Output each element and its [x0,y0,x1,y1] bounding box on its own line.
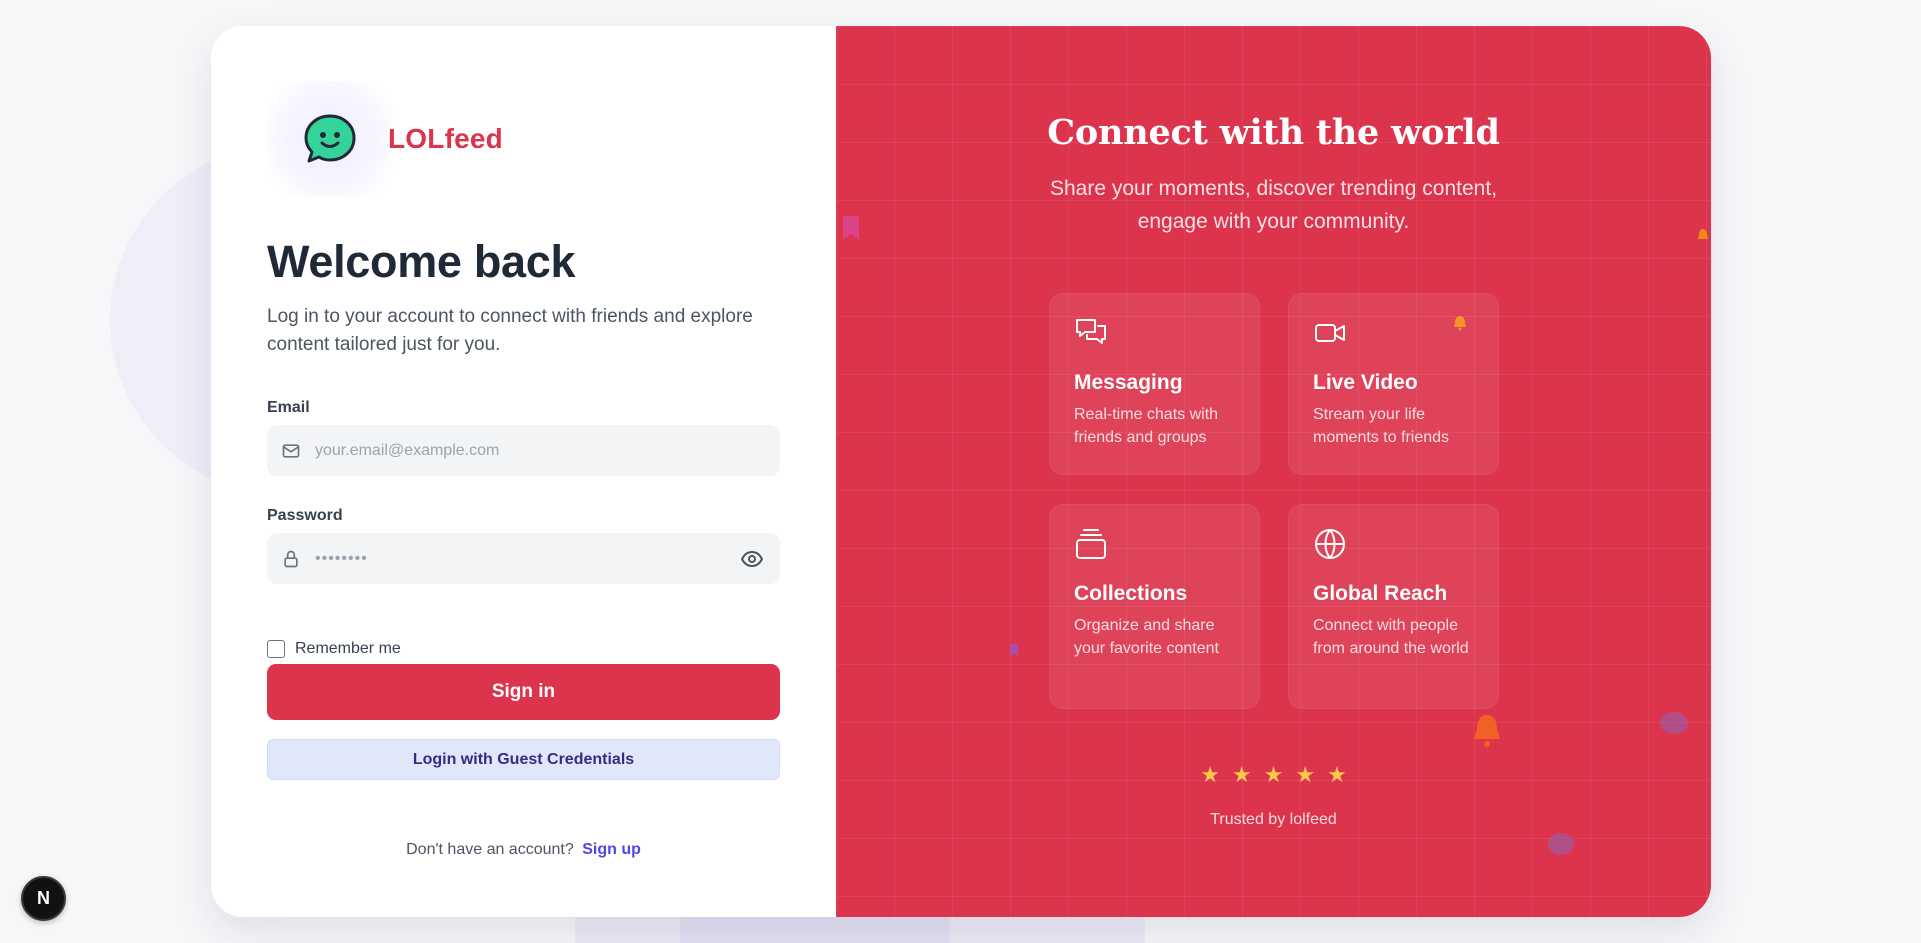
page-subtitle: Log in to your account to connect with f… [267,306,753,355]
feature-card-messaging: Messaging Real-time chats with friends a… [1049,293,1260,475]
login-panel: LOLfeed Welcome back Log in to your acco… [211,26,836,917]
feature-title: Live Video [1313,371,1418,394]
bookmark-icon [1010,644,1018,656]
email-label: Email [267,399,310,416]
feature-description: Stream your life moments to friends [1313,406,1450,446]
page-title: Welcome back [267,236,576,287]
dev-badge-label: N [37,888,50,908]
password-label: Password [267,507,343,524]
signup-prompt: Don't have an account? Sign up [267,841,780,859]
guest-login-button[interactable]: Login with Guest Credentials [267,739,780,780]
bookmark-icon [843,216,859,240]
feature-title: Messaging [1074,371,1183,394]
login-card: LOLfeed Welcome back Log in to your acco… [211,26,1711,917]
globe-icon [1315,529,1345,559]
bell-icon [1474,715,1500,747]
chat-icon [1548,833,1574,855]
sign-in-button[interactable]: Sign in [267,664,780,720]
hero-subtitle: Share your moments, discover trending co… [1049,177,1498,233]
feature-title: Collections [1074,582,1188,605]
collections-stack-icon [1076,529,1106,559]
trusted-by-text: Trusted by lolfeed [1210,811,1337,828]
lock-icon [284,550,298,567]
nextjs-dev-badge[interactable]: N [21,876,66,921]
smiley-chat-icon [304,114,356,163]
chat-bubbles-icon [1076,319,1106,344]
brand-name: LOLfeed [388,123,503,154]
remember-me-checkbox[interactable] [267,640,285,658]
feature-description: Organize and share your favorite content [1074,617,1219,657]
hero-panel: Connect with the world Share your moment… [836,26,1711,917]
toggle-password-visibility-button[interactable] [732,539,772,579]
remember-me-label: Remember me [295,640,401,657]
feature-title: Global Reach [1313,582,1448,605]
email-input[interactable] [315,425,780,476]
logo [267,81,393,197]
password-field[interactable] [267,533,780,584]
star-rating: ★★★★★ [1200,762,1359,787]
hero-title: Connect with the world [1047,112,1500,153]
feature-description: Real-time chats with friends and groups [1074,406,1219,446]
email-field[interactable] [267,425,780,476]
feature-card-collections: Collections Organize and share your favo… [1049,504,1260,709]
feature-description: Connect with people from around the worl… [1313,617,1469,657]
login-page: LOLfeed Welcome back Log in to your acco… [0,0,1921,943]
no-account-text: Don't have an account? [406,841,574,858]
mail-icon [282,443,300,458]
password-input[interactable] [315,533,732,584]
video-camera-icon [1315,324,1345,342]
eye-icon [741,550,763,567]
bell-icon [1698,229,1708,239]
chat-icon [1660,712,1688,734]
remember-me[interactable]: Remember me [267,640,401,658]
feature-card-live-video: Live Video Stream your life moments to f… [1288,293,1499,475]
sign-up-link[interactable]: Sign up [582,841,641,858]
feature-card-global-reach: Global Reach Connect with people from ar… [1288,504,1499,709]
brand: LOLfeed [267,81,503,197]
